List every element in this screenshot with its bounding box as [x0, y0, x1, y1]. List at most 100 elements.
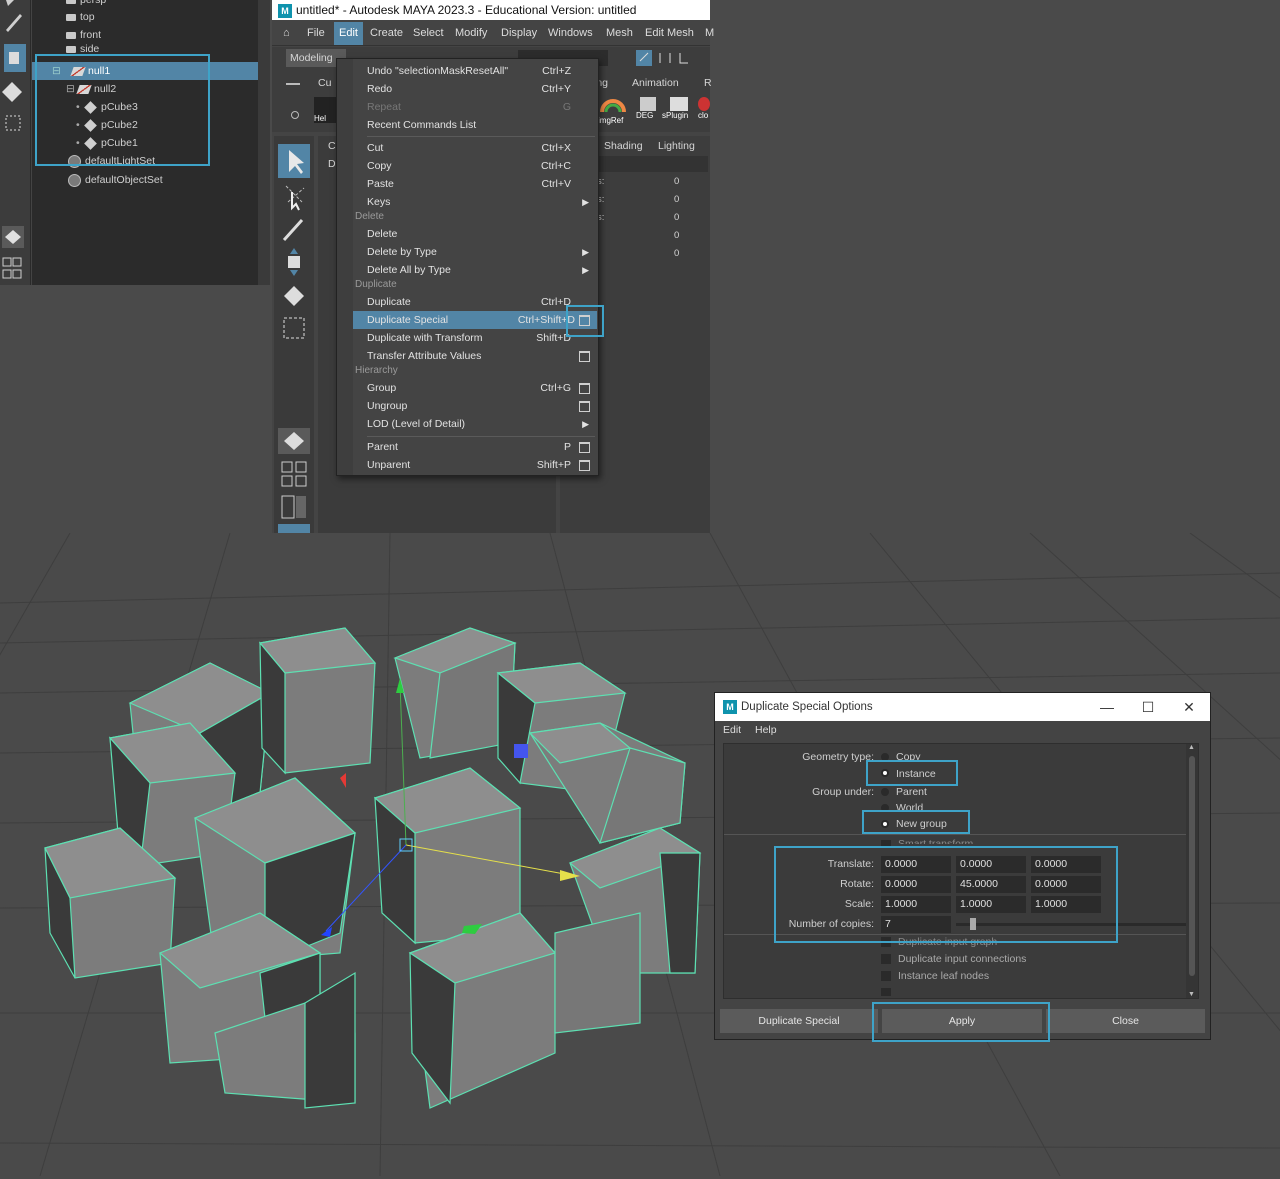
menu-create[interactable]: Create: [365, 22, 408, 45]
option-box-icon[interactable]: [579, 351, 590, 362]
outliner-item-null2[interactable]: ⊟ null2: [66, 80, 116, 98]
panel-menu-lighting[interactable]: Lighting: [658, 140, 695, 152]
outliner-scrollbar[interactable]: [258, 0, 270, 285]
menu-item-undo[interactable]: Undo "selectionMaskResetAll" Ctrl+Z: [353, 62, 597, 80]
collapse-icon[interactable]: ⊟: [66, 80, 78, 98]
menu-file[interactable]: File: [302, 22, 330, 45]
outliner-item-null1[interactable]: ⊟ null1: [32, 62, 258, 80]
menu-display[interactable]: Display: [496, 22, 542, 45]
duplicate-special-button[interactable]: Duplicate Special: [720, 1009, 878, 1033]
dialog-scroll-thumb[interactable]: [1189, 756, 1195, 976]
outliner-item-front[interactable]: front: [66, 26, 101, 44]
close-button[interactable]: Close: [1046, 1009, 1205, 1033]
scroll-up-icon[interactable]: ▲: [1188, 744, 1195, 751]
option-box-icon[interactable]: [579, 383, 590, 394]
outliner-tree[interactable]: persp top front side ⊟ null1 ⊟ null2 • pCub…: [32, 0, 258, 285]
menu-item-copy[interactable]: Copy Ctrl+C: [353, 157, 597, 175]
extra-option-checkbox[interactable]: [881, 988, 891, 996]
menu-item-delete[interactable]: Delete: [353, 225, 597, 243]
shelf-tab-animation[interactable]: Animation: [632, 77, 679, 89]
menu-item-unparent[interactable]: Unparent Shift+P: [353, 456, 597, 474]
menu-item-recent-commands[interactable]: Recent Commands List: [353, 116, 597, 134]
maximize-icon[interactable]: ☐: [1128, 693, 1168, 721]
option-box-icon[interactable]: [579, 442, 590, 453]
menu-edit-mesh[interactable]: Edit Mesh: [640, 22, 699, 45]
dialog-menu-edit[interactable]: Edit: [723, 721, 741, 739]
snap-icons[interactable]: [632, 47, 710, 69]
scale-z-field[interactable]: [1031, 896, 1101, 913]
outliner-item-defaultlightset[interactable]: defaultLightSet: [68, 152, 155, 170]
apply-button[interactable]: Apply: [882, 1009, 1042, 1033]
radio-copy[interactable]: [881, 753, 889, 761]
copies-slider-track[interactable]: [956, 923, 1188, 926]
imgref-shelf-button[interactable]: imgRef: [598, 97, 628, 125]
menu-edit[interactable]: Edit: [334, 22, 363, 45]
menu-item-transfer-attribute-values[interactable]: Transfer Attribute Values: [353, 347, 597, 365]
option-box-icon[interactable]: [579, 460, 590, 471]
menu-item-paste[interactable]: Paste Ctrl+V: [353, 175, 597, 193]
home-icon[interactable]: ⌂: [278, 22, 295, 45]
translate-z-field[interactable]: [1031, 856, 1101, 873]
outliner-item-side[interactable]: side: [66, 44, 99, 54]
menu-item-parent[interactable]: Parent P: [353, 438, 597, 456]
channel-value: 0: [674, 194, 680, 205]
shelf-tab-rendering[interactable]: R: [704, 77, 712, 89]
scroll-down-icon[interactable]: ▼: [1188, 991, 1195, 998]
panel-toolbar[interactable]: [596, 156, 708, 172]
scale-x-field[interactable]: [881, 896, 951, 913]
translate-y-field[interactable]: [956, 856, 1026, 873]
shelf-menu-icon[interactable]: [286, 83, 300, 85]
outliner-item-pcube1[interactable]: • pCube1: [76, 134, 138, 152]
clo-shelf-button[interactable]: clo: [698, 97, 710, 123]
menu-item-repeat[interactable]: Repeat G: [353, 98, 597, 116]
dialog-menu-help[interactable]: Help: [755, 721, 777, 739]
close-icon[interactable]: ✕: [1169, 693, 1209, 721]
duplicate-input-connections-checkbox[interactable]: [881, 954, 891, 964]
menu-item-duplicate-with-transform[interactable]: Duplicate with Transform Shift+D: [353, 329, 597, 347]
option-box-icon[interactable]: [579, 315, 590, 326]
rotate-y-field[interactable]: [956, 876, 1026, 893]
menu-windows[interactable]: Windows: [543, 22, 598, 45]
collapse-icon[interactable]: ⊟: [52, 62, 72, 80]
radio-instance[interactable]: [881, 769, 889, 777]
deg-shelf-button[interactable]: DEG: [636, 97, 660, 123]
menu-mesh[interactable]: Mesh: [601, 22, 638, 45]
menu-item-delete-by-type[interactable]: Delete by Type ▶: [353, 243, 597, 261]
rotate-z-field[interactable]: [1031, 876, 1101, 893]
menu-more[interactable]: M: [700, 22, 719, 45]
instance-leaf-nodes-checkbox[interactable]: [881, 971, 891, 981]
radio-world[interactable]: [881, 804, 889, 812]
menu-item-delete-all-by-type[interactable]: Delete All by Type ▶: [353, 261, 597, 279]
menu-item-group[interactable]: Group Ctrl+G: [353, 379, 597, 397]
radio-new-group[interactable]: [881, 820, 889, 828]
option-box-icon[interactable]: [579, 401, 590, 412]
shelf-tab-curves[interactable]: Cu: [318, 77, 331, 89]
help-shelf-button[interactable]: Hel: [314, 97, 336, 123]
scale-y-field[interactable]: [956, 896, 1026, 913]
menu-item-keys[interactable]: Keys ▶: [353, 193, 597, 211]
splugin-shelf-button[interactable]: sPlugin: [662, 97, 696, 123]
copies-slider-handle[interactable]: [970, 918, 976, 930]
menu-item-cut[interactable]: Cut Ctrl+X: [353, 139, 597, 157]
outliner-item-defaultobjectset[interactable]: defaultObjectSet: [68, 171, 163, 189]
outliner-item-pcube2[interactable]: • pCube2: [76, 116, 138, 134]
menu-modify[interactable]: Modify: [450, 22, 492, 45]
dialog-scrollbar[interactable]: ▲ ▼: [1186, 744, 1198, 998]
smart-transform-checkbox[interactable]: [881, 840, 891, 846]
number-of-copies-field[interactable]: [881, 916, 951, 933]
translate-x-field[interactable]: [881, 856, 951, 873]
menu-item-duplicate[interactable]: Duplicate Ctrl+D: [353, 293, 597, 311]
radio-parent[interactable]: [881, 788, 889, 796]
menu-item-lod[interactable]: LOD (Level of Detail) ▶: [353, 415, 597, 433]
menu-select[interactable]: Select: [408, 22, 449, 45]
duplicate-input-graph-checkbox[interactable]: [881, 937, 891, 947]
panel-menu-shading[interactable]: Shading: [604, 140, 643, 152]
menu-item-duplicate-special[interactable]: Duplicate Special Ctrl+Shift+D: [353, 311, 597, 329]
rotate-x-field[interactable]: [881, 876, 951, 893]
outliner-item-top[interactable]: top: [66, 8, 95, 26]
minimize-icon[interactable]: —: [1087, 693, 1127, 721]
menu-item-ungroup[interactable]: Ungroup: [353, 397, 597, 415]
shelf-gear-icon[interactable]: [291, 111, 299, 119]
outliner-item-pcube3[interactable]: • pCube3: [76, 98, 138, 116]
menu-item-redo[interactable]: Redo Ctrl+Y: [353, 80, 597, 98]
